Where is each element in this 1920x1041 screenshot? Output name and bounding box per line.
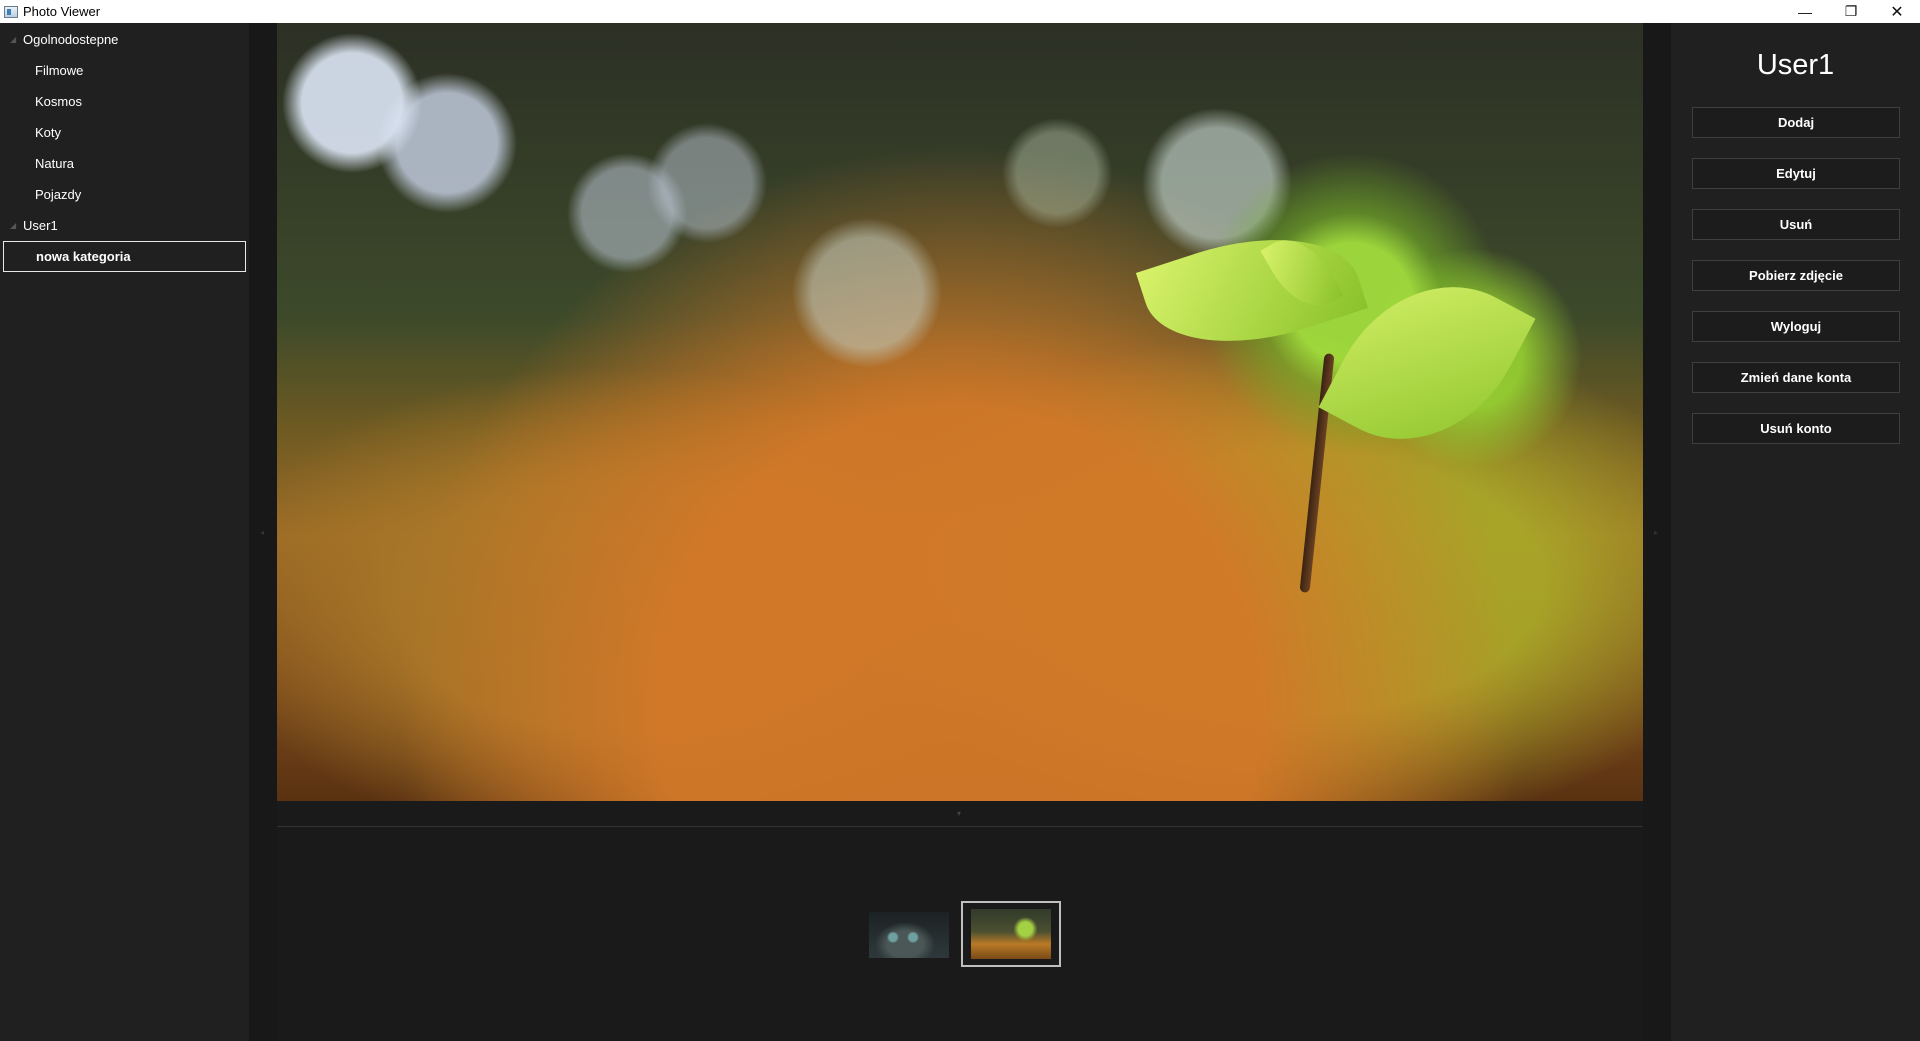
- logout-button[interactable]: Wyloguj: [1692, 311, 1900, 342]
- moss-seedling-photo-thumbnail[interactable]: [961, 901, 1061, 967]
- splitter-grip-icon: ◂: [260, 528, 265, 537]
- expand-arrow-icon[interactable]: ◢: [10, 221, 20, 230]
- category-tree: ◢ Ogolnodostepne Filmowe Kosmos Koty Nat…: [0, 23, 249, 272]
- tree-group-label: Ogolnodostepne: [23, 32, 119, 47]
- category-sidebar: ◢ Ogolnodostepne Filmowe Kosmos Koty Nat…: [0, 23, 249, 1041]
- window-title: Photo Viewer: [23, 4, 101, 19]
- thumbnail-image: [971, 909, 1051, 959]
- expand-arrow-icon[interactable]: ◢: [10, 35, 20, 44]
- download-photo-button[interactable]: Pobierz zdjęcie: [1692, 260, 1900, 291]
- splitter-grip-icon: ▸: [1654, 528, 1659, 537]
- tree-group-label: User1: [23, 218, 58, 233]
- tree-group-ogolnodostepne[interactable]: ◢ Ogolnodostepne: [0, 24, 249, 55]
- app-icon: [4, 5, 18, 18]
- title-bar: Photo Viewer — ❐ ✕: [0, 0, 1920, 23]
- username-heading: User1: [1756, 49, 1835, 81]
- restore-button[interactable]: ❐: [1828, 0, 1874, 23]
- tree-group-user1[interactable]: ◢ User1: [0, 210, 249, 241]
- main-photo: [277, 23, 1643, 801]
- change-account-button[interactable]: Zmień dane konta: [1692, 362, 1900, 393]
- left-splitter[interactable]: ◂: [249, 23, 277, 1041]
- tree-item-filmowe[interactable]: Filmowe: [0, 55, 249, 86]
- add-button[interactable]: Dodaj: [1692, 107, 1900, 138]
- splitter-grip-icon: ▾: [957, 809, 962, 818]
- thumbnail-strip: [277, 827, 1643, 1041]
- tree-item-pojazdy[interactable]: Pojazdy: [0, 179, 249, 210]
- account-panel: User1 Dodaj Edytuj Usuń Pobierz zdjęcie …: [1671, 23, 1920, 1041]
- tree-item-nowa-kategoria[interactable]: nowa kategoria: [3, 241, 246, 272]
- minimize-button[interactable]: —: [1782, 0, 1828, 23]
- close-button[interactable]: ✕: [1874, 0, 1920, 23]
- bottom-splitter[interactable]: ▾: [277, 801, 1643, 827]
- tree-item-kosmos[interactable]: Kosmos: [0, 86, 249, 117]
- delete-account-button[interactable]: Usuń konto: [1692, 413, 1900, 444]
- edit-button[interactable]: Edytuj: [1692, 158, 1900, 189]
- tree-item-natura[interactable]: Natura: [0, 148, 249, 179]
- right-splitter[interactable]: ▸: [1643, 23, 1671, 1041]
- cat-photo-thumbnail[interactable]: [869, 912, 949, 958]
- delete-button[interactable]: Usuń: [1692, 209, 1900, 240]
- tree-item-koty[interactable]: Koty: [0, 117, 249, 148]
